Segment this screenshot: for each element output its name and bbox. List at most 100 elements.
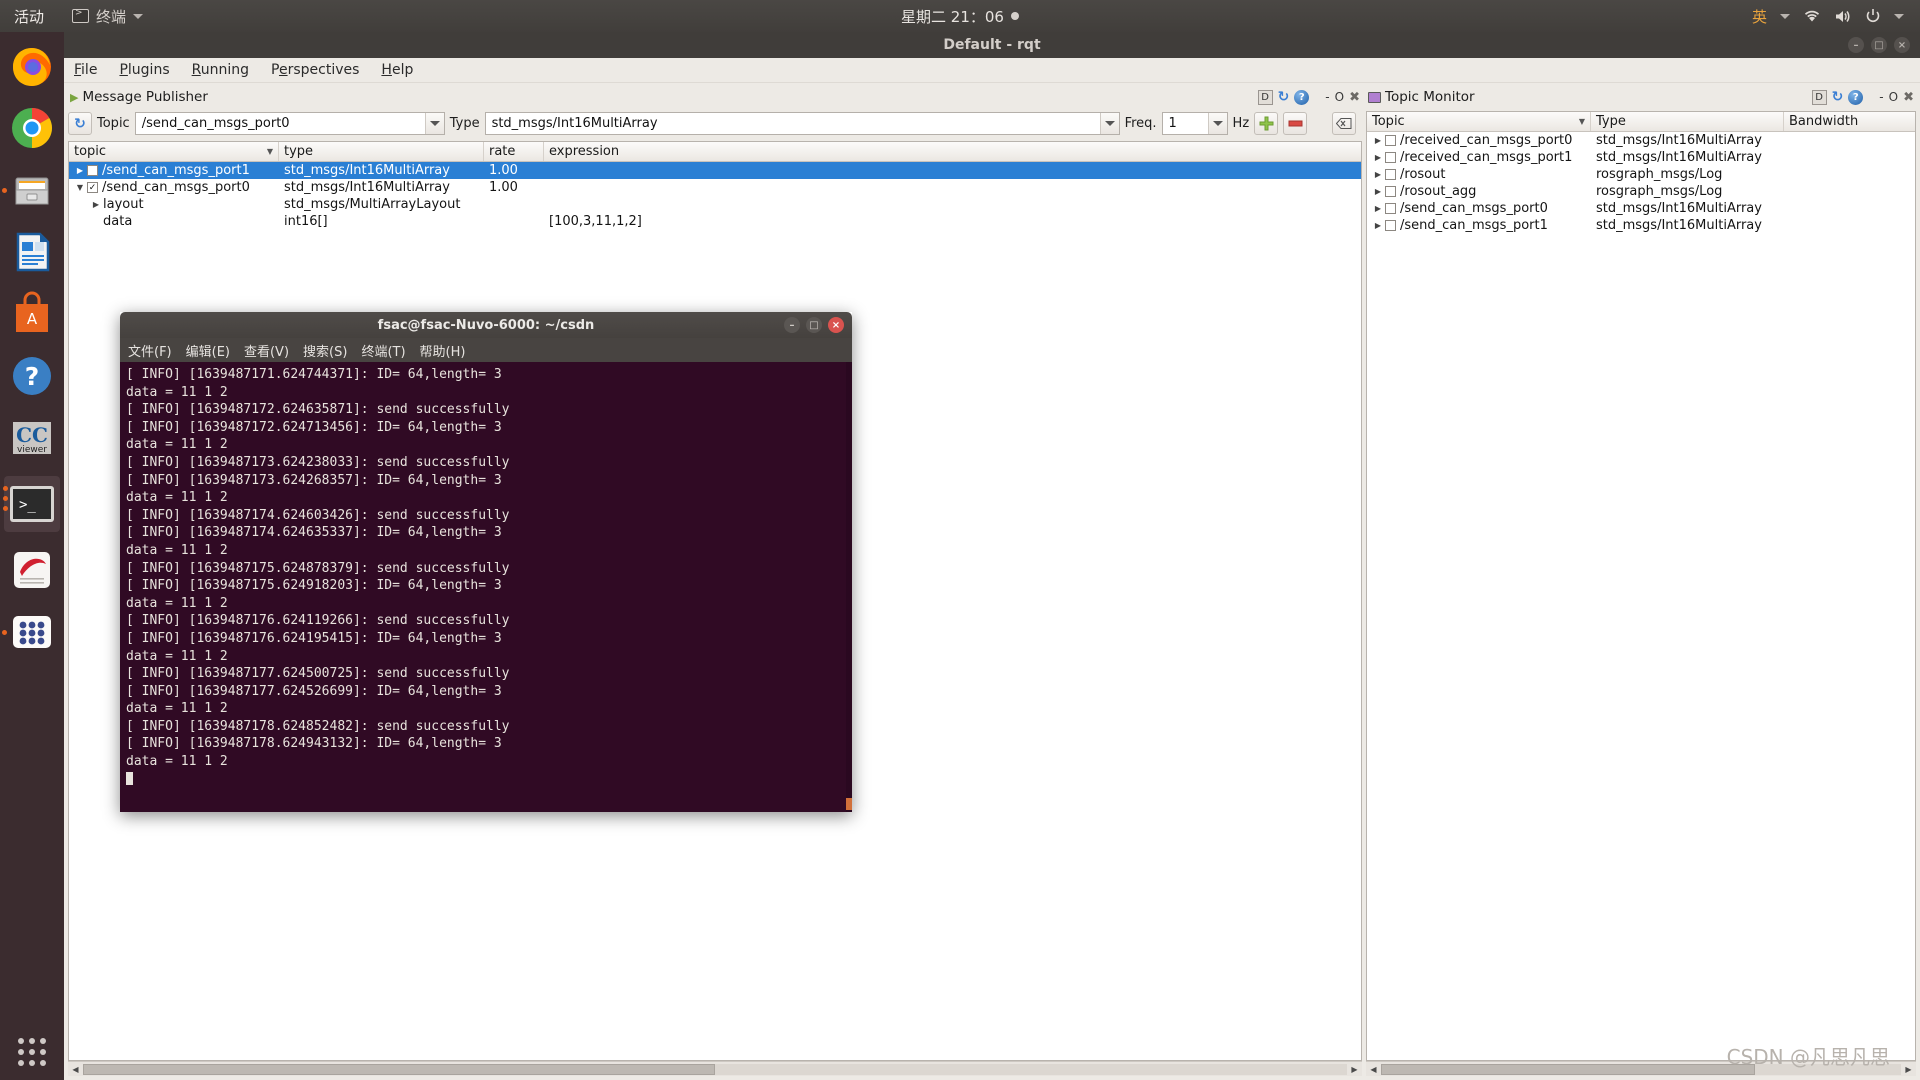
- launcher-item-help[interactable]: ?: [8, 352, 56, 400]
- column-bandwidth[interactable]: Bandwidth: [1784, 112, 1915, 131]
- expand-twisty-icon[interactable]: ▶: [1371, 153, 1385, 162]
- launcher-item-firefox[interactable]: [8, 42, 56, 90]
- scroll-left-icon[interactable]: ◀: [68, 1065, 83, 1074]
- row-checkbox[interactable]: [1385, 135, 1396, 146]
- minimize-button[interactable]: -: [1879, 90, 1883, 104]
- terminal-menu-item-1[interactable]: 编辑(E): [186, 341, 230, 360]
- launcher-item-ccviewer[interactable]: CC viewer: [8, 414, 56, 462]
- terminal-scrollbar[interactable]: [846, 362, 852, 812]
- maximize-button[interactable]: □: [1871, 37, 1887, 53]
- topic-combo[interactable]: /send_can_msgs_port0: [135, 112, 445, 135]
- publisher-hscrollbar[interactable]: ◀ ▶: [68, 1061, 1362, 1076]
- launcher-item-ubuntu-software[interactable]: A: [8, 290, 56, 338]
- refresh-icon[interactable]: ↻: [1278, 89, 1290, 105]
- minimize-button[interactable]: –: [784, 317, 800, 333]
- row-checkbox[interactable]: [1385, 203, 1396, 214]
- cell-expression[interactable]: [100,3,11,1,2]: [544, 214, 1361, 229]
- expand-twisty-icon[interactable]: ▶: [1371, 136, 1385, 145]
- remove-publisher-button[interactable]: [1283, 112, 1307, 135]
- add-publisher-button[interactable]: [1254, 112, 1278, 135]
- launcher-item-terminal[interactable]: >_: [4, 476, 60, 532]
- terminal-menu-item-3[interactable]: 搜索(S): [303, 341, 347, 360]
- row-checkbox[interactable]: [1385, 220, 1396, 231]
- chevron-down-icon[interactable]: [1894, 14, 1904, 19]
- terminal-menu-item-4[interactable]: 终端(T): [361, 341, 405, 360]
- row-checkbox[interactable]: [1385, 169, 1396, 180]
- column-topic[interactable]: topic▼: [69, 142, 279, 161]
- clear-button[interactable]: [1332, 112, 1356, 135]
- scroll-thumb[interactable]: [1381, 1064, 1755, 1075]
- terminal-menu-item-2[interactable]: 查看(V): [244, 341, 289, 360]
- table-row[interactable]: ▶layoutstd_msgs/MultiArrayLayout: [69, 196, 1361, 213]
- launcher-item-libreoffice-writer[interactable]: [8, 228, 56, 276]
- close-button[interactable]: ✖: [1349, 90, 1360, 105]
- terminal-output[interactable]: [ INFO] [1639487171.624744371]: ID= 64,l…: [120, 362, 852, 812]
- row-checkbox[interactable]: [87, 165, 98, 176]
- minimize-button[interactable]: -: [1325, 90, 1329, 104]
- scroll-right-icon[interactable]: ▶: [1901, 1065, 1916, 1074]
- expand-twisty-icon[interactable]: ▶: [73, 166, 87, 175]
- chevron-down-icon[interactable]: [1780, 14, 1790, 19]
- menu-help[interactable]: Help: [381, 62, 413, 78]
- table-row[interactable]: ▶/rosout_aggrosgraph_msgs/Log: [1367, 183, 1915, 200]
- scroll-track[interactable]: [83, 1064, 1347, 1075]
- help-icon[interactable]: ?: [1294, 90, 1309, 105]
- table-row[interactable]: ▶/send_can_msgs_port1std_msgs/Int16Multi…: [69, 162, 1361, 179]
- activities-button[interactable]: 活动: [14, 6, 44, 27]
- column-topic[interactable]: Topic▼: [1367, 112, 1591, 131]
- table-row[interactable]: ▶/send_can_msgs_port1std_msgs/Int16Multi…: [1367, 217, 1915, 234]
- chevron-down-icon[interactable]: [425, 113, 444, 134]
- table-row[interactable]: ▼✓/send_can_msgs_port0std_msgs/Int16Mult…: [69, 179, 1361, 196]
- launcher-item-files[interactable]: [8, 166, 56, 214]
- menu-plugins[interactable]: Plugins: [119, 62, 169, 78]
- show-applications-button[interactable]: [12, 1032, 52, 1072]
- type-combo[interactable]: std_msgs/Int16MultiArray: [485, 112, 1120, 135]
- menu-perspectives[interactable]: Perspectives: [271, 62, 359, 78]
- clock-button[interactable]: 星期二 21：06: [830, 6, 1090, 27]
- float-button[interactable]: O: [1335, 90, 1344, 104]
- scroll-thumb[interactable]: [846, 798, 852, 810]
- close-button[interactable]: ✖: [1903, 90, 1914, 105]
- launcher-item-apps[interactable]: [8, 608, 56, 656]
- table-row[interactable]: dataint16[][100,3,11,1,2]: [69, 213, 1361, 230]
- topic-monitor-tree[interactable]: Topic▼ Type Bandwidth ▶/received_can_msg…: [1366, 111, 1916, 1061]
- dock-button[interactable]: D: [1258, 90, 1273, 105]
- row-checkbox[interactable]: [1385, 152, 1396, 163]
- expand-twisty-icon[interactable]: ▶: [89, 200, 103, 209]
- expand-twisty-icon[interactable]: ▶: [1371, 170, 1385, 179]
- freq-input[interactable]: 1: [1162, 112, 1228, 135]
- chevron-down-icon[interactable]: [1100, 113, 1119, 134]
- refresh-topics-button[interactable]: ↻: [68, 112, 92, 135]
- input-method-label[interactable]: 英: [1752, 6, 1767, 27]
- maximize-button[interactable]: □: [806, 317, 822, 333]
- launcher-item-chrome[interactable]: [8, 104, 56, 152]
- terminal-menu-item-0[interactable]: 文件(F): [128, 341, 172, 360]
- table-row[interactable]: ▶/received_can_msgs_port1std_msgs/Int16M…: [1367, 149, 1915, 166]
- column-type[interactable]: Type: [1591, 112, 1784, 131]
- expand-twisty-icon[interactable]: ▶: [1371, 221, 1385, 230]
- column-rate[interactable]: rate: [484, 142, 544, 161]
- minimize-button[interactable]: –: [1848, 37, 1864, 53]
- table-row[interactable]: ▶/send_can_msgs_port0std_msgs/Int16Multi…: [1367, 200, 1915, 217]
- expand-twisty-icon[interactable]: ▶: [1371, 204, 1385, 213]
- scroll-thumb[interactable]: [83, 1064, 715, 1075]
- expand-twisty-icon[interactable]: ▶: [1371, 187, 1385, 196]
- row-checkbox[interactable]: ✓: [87, 182, 98, 193]
- scroll-left-icon[interactable]: ◀: [1366, 1065, 1381, 1074]
- refresh-icon[interactable]: ↻: [1832, 89, 1844, 105]
- menu-running[interactable]: Running: [192, 62, 249, 78]
- scroll-right-icon[interactable]: ▶: [1347, 1065, 1362, 1074]
- close-button[interactable]: ×: [828, 317, 844, 333]
- dock-button[interactable]: D: [1812, 90, 1827, 105]
- launcher-item-text-editor[interactable]: [8, 546, 56, 594]
- table-row[interactable]: ▶/received_can_msgs_port0std_msgs/Int16M…: [1367, 132, 1915, 149]
- help-icon[interactable]: ?: [1848, 90, 1863, 105]
- app-menu-button[interactable]: 终端: [72, 6, 143, 27]
- float-button[interactable]: O: [1889, 90, 1898, 104]
- close-button[interactable]: ×: [1894, 37, 1910, 53]
- column-type[interactable]: type: [279, 142, 484, 161]
- row-checkbox[interactable]: [1385, 186, 1396, 197]
- column-expression[interactable]: expression: [544, 142, 1361, 161]
- chevron-down-icon[interactable]: [1208, 113, 1227, 134]
- table-row[interactable]: ▶/rosoutrosgraph_msgs/Log: [1367, 166, 1915, 183]
